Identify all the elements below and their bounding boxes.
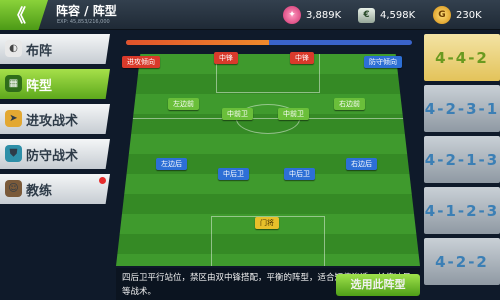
coin-value: 230K [456,9,482,21]
formation-option-4213[interactable]: 4-2-1-3 [424,136,500,183]
cash-balance[interactable]: € 4,598K [358,5,415,25]
attack-icon: ➤ [5,110,22,127]
player-slot-cf-right[interactable]: 中锋 [290,52,314,64]
player-slot-cm-left[interactable]: 中前卫 [222,108,253,120]
tendency-bar-fill [126,40,269,45]
coin-icon: G [433,6,451,24]
defense-icon: ⛊ [5,145,22,162]
player-slot-lb[interactable]: 左边后 [156,158,187,170]
formation-option-442[interactable]: 4-4-2 [424,34,500,81]
player-slot-gk[interactable]: 门将 [255,217,279,229]
sidebar-item-defense-tactics[interactable]: ⛊ 防守战术 [0,139,110,169]
coin-balance[interactable]: G 230K [433,5,482,25]
halfway-line [126,118,410,119]
coach-icon: ☺ [5,180,22,197]
double-chevron-left-icon: 《 [8,6,26,27]
player-slot-rb[interactable]: 右边后 [346,158,377,170]
tendency-bar[interactable] [126,40,412,45]
tactics-board-icon: ◐ [5,40,22,57]
cash-icon: € [358,7,375,23]
player-slot-rm[interactable]: 右边前 [334,98,365,110]
sidebar-item-label: 进攻战术 [26,113,79,129]
sidebar-item-label: 防守战术 [26,148,79,164]
page-title: 阵容 / 阵型 [56,4,117,18]
gem-icon: ✦ [283,6,301,24]
sidebar: ◐ 布阵 ▦ 阵型 ➤ 进攻战术 ⛊ 防守战术 ☺ 教练 [0,34,110,209]
attack-tendency-label: 进攻倾向 [122,56,160,68]
sidebar-item-label: 布阵 [26,43,53,59]
formation-option-422[interactable]: 4-2-2 [424,238,500,285]
top-bar: 《 阵容 / 阵型 EXP: 45,853/216,000 ✦ 3,889K €… [0,0,500,30]
gem-balance[interactable]: ✦ 3,889K [283,5,341,25]
player-slot-cb-left[interactable]: 中后卫 [218,168,249,180]
formation-option-4123[interactable]: 4-1-2-3 [424,187,500,234]
select-formation-button[interactable]: 选用此阵型 [336,274,420,296]
back-button[interactable]: 《 [0,0,48,30]
sidebar-item-label: 阵型 [26,78,53,94]
player-slot-lm[interactable]: 左边前 [168,98,199,110]
sidebar-item-attack-tactics[interactable]: ➤ 进攻战术 [0,104,110,134]
formation-description: 四后卫平行站位，禁区由双中锋搭配，平衡的阵型，适合短传渗透、长传冲吊等战术。 选… [116,268,420,300]
sidebar-item-coach[interactable]: ☺ 教练 [0,174,110,204]
player-slot-cb-right[interactable]: 中后卫 [284,168,315,180]
sidebar-item-label: 教练 [26,183,53,199]
player-slot-cf-left[interactable]: 中锋 [214,52,238,64]
formation-icon: ▦ [5,75,22,92]
gem-value: 3,889K [306,9,342,21]
sidebar-item-lineup[interactable]: ◐ 布阵 [0,34,110,64]
cash-value: 4,598K [380,9,416,21]
exp-text: EXP: 45,853/216,000 [57,19,110,25]
sidebar-item-formation[interactable]: ▦ 阵型 [0,69,110,99]
notification-dot [99,177,106,184]
formation-option-4231[interactable]: 4-2-3-1 [424,85,500,132]
formation-list: 4-4-2 4-2-3-1 4-2-1-3 4-1-2-3 4-2-2 [424,34,500,289]
formation-pitch-panel: 进攻倾向 防守倾向 中锋 中锋 左边前 中前卫 中前卫 右边前 左边后 中后卫 … [116,34,420,300]
player-slot-cm-right[interactable]: 中前卫 [278,108,309,120]
defense-tendency-label: 防守倾向 [364,56,402,68]
